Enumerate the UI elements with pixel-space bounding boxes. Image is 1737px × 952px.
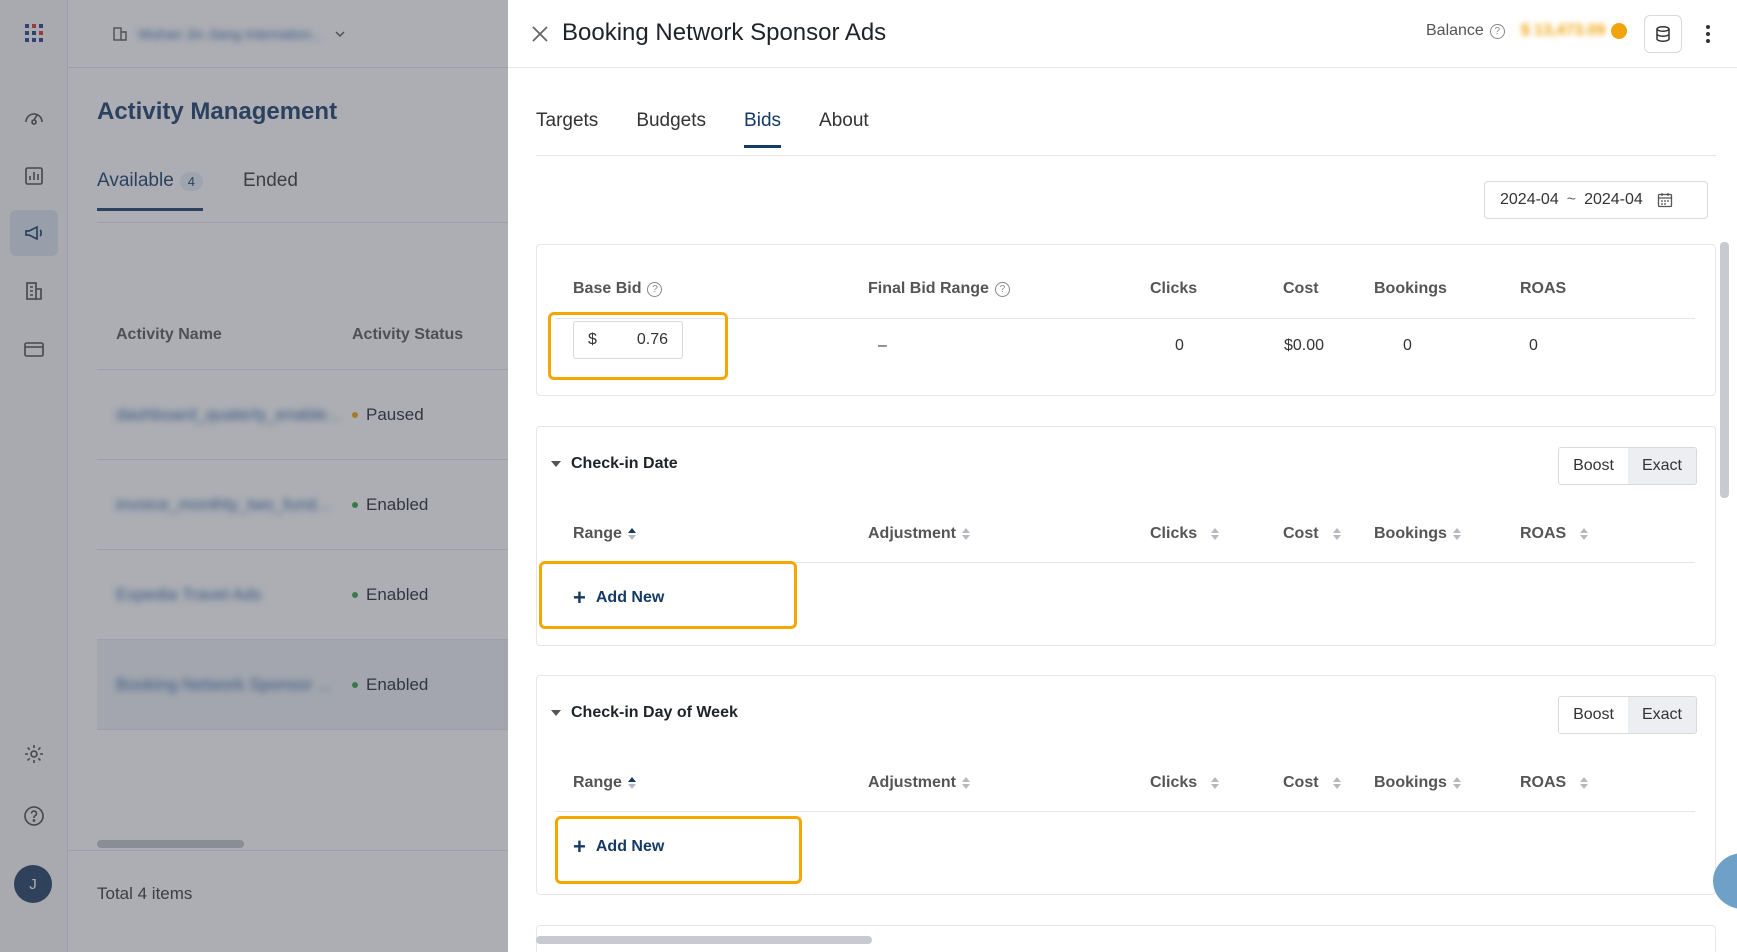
section-toggle[interactable]: Check-in Day of Week (551, 704, 738, 722)
balance-display: Balance ? $ 13,473.09 (1426, 22, 1628, 40)
section-title: Check-in Date (571, 455, 678, 472)
date-to: 2024-04 (1584, 191, 1643, 208)
tab-targets[interactable]: Targets (536, 110, 598, 148)
date-range-picker[interactable]: 2024-04 ~ 2024-04 (1484, 181, 1708, 219)
vertical-scrollbar[interactable] (1720, 242, 1729, 498)
sort-icon[interactable] (1211, 528, 1220, 540)
sort-icon[interactable] (962, 528, 970, 540)
database-icon (1656, 26, 1670, 42)
horizontal-scrollbar[interactable] (536, 936, 872, 944)
sort-icon[interactable] (1332, 528, 1341, 540)
sort-icon[interactable] (1580, 528, 1589, 540)
tab-bids[interactable]: Bids (744, 110, 782, 148)
boost-option[interactable]: Boost (1559, 697, 1628, 733)
date-from: 2024-04 (1500, 191, 1559, 208)
boost-option[interactable]: Boost (1559, 448, 1628, 484)
bookings-value: 0 (1403, 337, 1412, 354)
sort-icon[interactable] (1211, 777, 1220, 789)
sort-icon[interactable] (1332, 777, 1341, 789)
balance-value: $ 13,473.09 (1520, 22, 1606, 39)
base-bid-header: Base Bid? Final Bid Range? Clicks Cost B… (555, 245, 1695, 319)
modal-overlay[interactable] (0, 0, 508, 952)
section-table-header: Range Adjustment Clicks Cost Bookings RO… (555, 756, 1695, 812)
help-icon[interactable]: ? (647, 281, 663, 297)
tab-budgets[interactable]: Budgets (636, 110, 706, 148)
help-icon[interactable]: ? (1489, 23, 1505, 39)
check-in-day-of-week-card: Check-in Day of Week Boost Exact Range A… (536, 675, 1716, 895)
base-bid-card: Base Bid? Final Bid Range? Clicks Cost B… (536, 244, 1716, 396)
drawer-header: Booking Network Sponsor Ads Balance ? $ … (508, 0, 1737, 68)
help-icon[interactable]: ? (994, 281, 1010, 297)
roas-value: 0 (1529, 337, 1538, 354)
check-in-date-card: Check-in Date Boost Exact Range Adjustme… (536, 426, 1716, 646)
sort-icon[interactable] (627, 528, 636, 540)
campaign-drawer: Booking Network Sponsor Ads Balance ? $ … (508, 0, 1737, 952)
sort-icon[interactable] (1580, 777, 1589, 789)
caret-down-icon (551, 461, 561, 467)
exact-option[interactable]: Exact (1627, 448, 1696, 484)
exact-option[interactable]: Exact (1627, 697, 1696, 733)
database-button[interactable] (1644, 15, 1682, 53)
highlight-box (548, 312, 728, 380)
more-options-icon[interactable] (1698, 20, 1718, 48)
cost-value: $0.00 (1284, 337, 1325, 354)
highlight-box (539, 561, 797, 629)
chat-support-button[interactable] (1713, 853, 1737, 909)
coin-icon (1611, 23, 1628, 39)
sort-icon[interactable] (1452, 528, 1461, 540)
calendar-icon (1657, 193, 1672, 208)
highlight-box (555, 816, 802, 884)
final-bid-range-value: – (878, 337, 887, 354)
drawer-title: Booking Network Sponsor Ads (562, 19, 887, 46)
sort-icon[interactable] (1452, 777, 1461, 789)
close-icon[interactable] (528, 22, 552, 46)
drawer-tabs: Targets Budgets Bids About (536, 110, 869, 148)
clicks-value: 0 (1175, 337, 1184, 354)
boost-exact-toggle[interactable]: Boost Exact (1558, 447, 1697, 485)
sort-icon[interactable] (962, 777, 970, 789)
section-title: Check-in Day of Week (571, 704, 738, 721)
caret-down-icon (551, 710, 561, 716)
section-toggle[interactable]: Check-in Date (551, 455, 678, 473)
tab-about[interactable]: About (819, 110, 869, 148)
boost-exact-toggle[interactable]: Boost Exact (1558, 696, 1697, 734)
sort-icon[interactable] (627, 777, 636, 789)
section-table-header: Range Adjustment Clicks Cost Bookings RO… (555, 507, 1695, 563)
